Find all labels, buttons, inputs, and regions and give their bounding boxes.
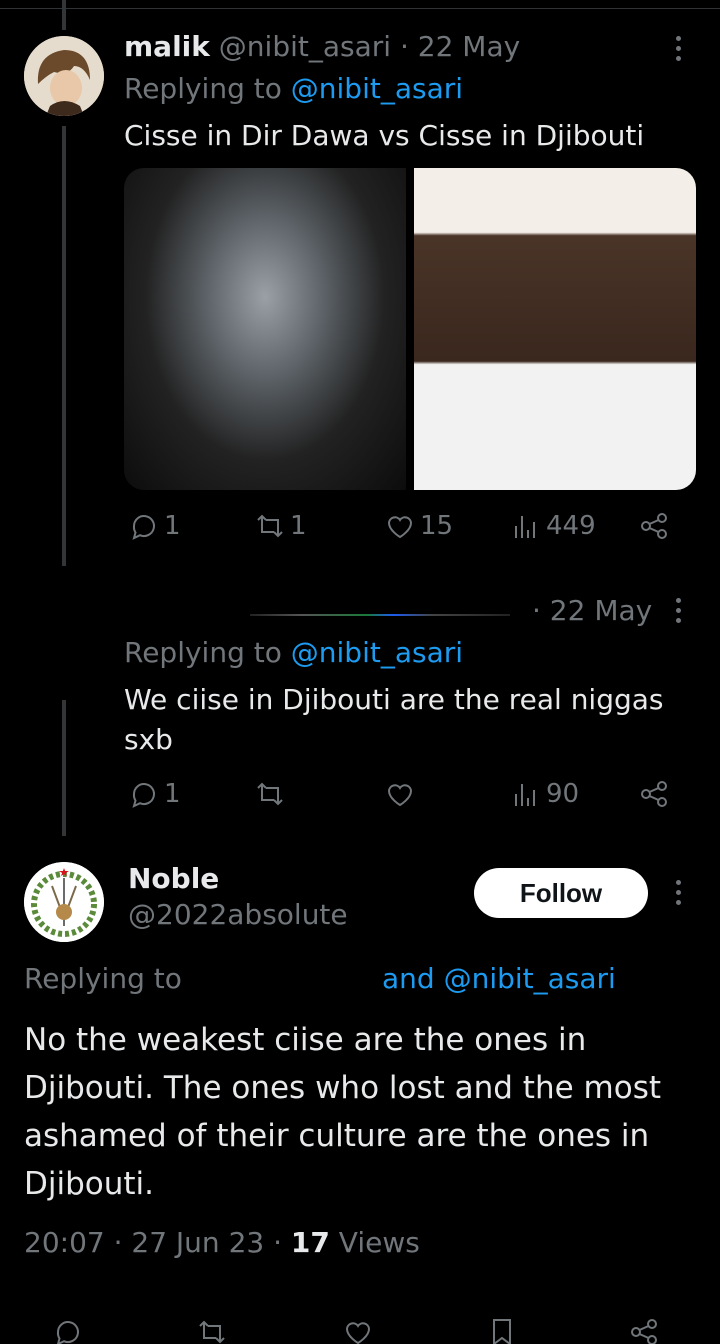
views-number: 17 (290, 1226, 330, 1259)
reply-count: 1 (164, 779, 181, 809)
statue-image[interactable] (124, 168, 406, 490)
views-icon (515, 784, 535, 806)
replying-line: Replying to @nibit_asari (124, 636, 463, 669)
reply-icon (56, 1321, 79, 1344)
replying-handle-link[interactable]: @nibit_asari (291, 72, 463, 105)
reply-button[interactable]: 1 (128, 778, 181, 810)
top-divider (0, 8, 720, 9)
follow-button[interactable]: Follow (474, 868, 648, 918)
replying-handle-link[interactable]: @nibit_asari (291, 636, 463, 669)
replying-prefix: Replying to (24, 962, 182, 995)
share-button[interactable] (638, 778, 670, 810)
tweet-text: No the weakest ciise are the ones in Dji… (24, 1022, 661, 1202)
views-icon (515, 516, 535, 538)
thread-line-1 (62, 126, 66, 566)
share-button[interactable] (638, 510, 670, 542)
author-handle[interactable]: @2022absolute (128, 898, 348, 931)
repost-icon (257, 514, 283, 538)
author-name[interactable]: malik (124, 30, 210, 63)
heart-icon (387, 784, 413, 807)
replying-handles-link[interactable]: and @nibit_asari (382, 962, 616, 995)
tweet-text: We ciise in Djibouti are the real niggas… (124, 683, 664, 756)
avatar[interactable] (24, 862, 104, 942)
tweet-timestamp: 20:07 · 27 Jun 23 · 17 Views (24, 1226, 420, 1259)
repost-button[interactable]: 1 (254, 510, 307, 542)
like-button[interactable] (384, 778, 416, 810)
more-icon[interactable] (676, 36, 684, 61)
replying-line: Replying to and @nibit_asari (24, 962, 684, 995)
like-count: 15 (420, 511, 454, 541)
more-icon[interactable] (676, 880, 684, 905)
replying-prefix: Replying to (124, 636, 282, 669)
heart-icon (345, 1322, 371, 1344)
views-button[interactable]: 449 (510, 510, 596, 542)
share-icon (641, 513, 667, 539)
reply-count: 1 (164, 511, 181, 541)
author-handle[interactable]: @nibit_asari (219, 30, 391, 63)
author-handle-text[interactable]: @2022absolute (128, 898, 348, 931)
thread-line-top (62, 0, 66, 30)
repost-button[interactable] (196, 1316, 228, 1344)
share-button[interactable] (628, 1316, 660, 1344)
repost-count: 1 (290, 511, 307, 541)
portrait-image[interactable] (414, 168, 696, 490)
share-icon (641, 781, 667, 807)
tweet-media[interactable] (124, 168, 696, 490)
reply-button[interactable] (52, 1316, 84, 1344)
author-name-text[interactable]: Noble (128, 862, 219, 895)
tweet-actions: 1 90 (124, 778, 696, 818)
emblem-image (24, 862, 104, 942)
tweet-actions: 1 1 15 449 (124, 510, 696, 550)
tweet-header: malik @nibit_asari · 22 May (124, 30, 520, 63)
bookmark-icon (493, 1319, 511, 1344)
views-button[interactable]: 90 (510, 778, 579, 810)
replying-prefix: Replying to (124, 72, 282, 105)
replying-line: Replying to @nibit_asari (124, 72, 463, 105)
more-icon[interactable] (676, 598, 684, 623)
author-name[interactable]: Noble (128, 862, 219, 895)
thread-line-2 (62, 700, 66, 836)
tweet-date[interactable]: · 22 May (400, 30, 520, 63)
like-button[interactable]: 15 (384, 510, 453, 542)
heart-icon (387, 516, 413, 539)
share-icon (631, 1319, 657, 1344)
main-tweet-actions (24, 1316, 704, 1344)
tweet-time[interactable]: 20:07 · 27 Jun 23 · (24, 1226, 282, 1259)
views-count: 449 (546, 511, 596, 541)
reply-icon (132, 515, 155, 540)
tweet-date[interactable]: · 22 May (532, 594, 652, 627)
avatar[interactable] (24, 36, 104, 116)
like-button[interactable] (342, 1316, 374, 1344)
views-count: 90 (546, 779, 580, 809)
repost-icon (257, 782, 283, 806)
repost-icon (199, 1320, 225, 1344)
views-label: Views (338, 1226, 420, 1259)
reply-icon (132, 783, 155, 808)
tweet-text: Cisse in Dir Dawa vs Cisse in Djibouti (124, 119, 645, 152)
reply-button[interactable]: 1 (128, 510, 181, 542)
bookmark-button[interactable] (486, 1316, 518, 1344)
repost-button[interactable] (254, 778, 286, 810)
author-name-obscured (250, 614, 510, 616)
